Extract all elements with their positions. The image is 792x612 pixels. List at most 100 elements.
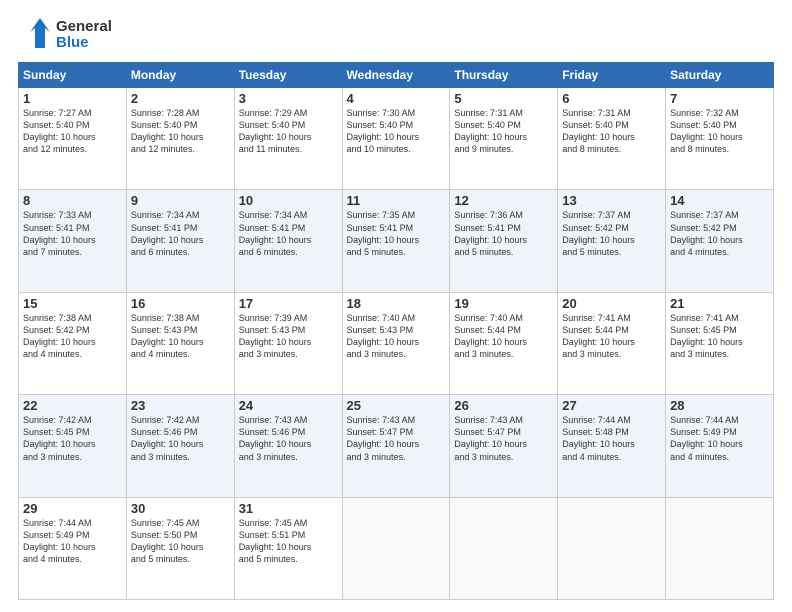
weekday-header-wednesday: Wednesday [342,63,450,88]
day-number: 27 [562,398,661,413]
day-info: Sunrise: 7:43 AM Sunset: 5:46 PM Dayligh… [239,414,338,463]
day-number: 31 [239,501,338,516]
day-info: Sunrise: 7:41 AM Sunset: 5:45 PM Dayligh… [670,312,769,361]
calendar-cell: 18Sunrise: 7:40 AM Sunset: 5:43 PM Dayli… [342,292,450,394]
page: General Blue SundayMondayTuesdayWednesda… [0,0,792,612]
header: General Blue [18,18,774,52]
day-number: 7 [670,91,769,106]
day-number: 13 [562,193,661,208]
day-info: Sunrise: 7:33 AM Sunset: 5:41 PM Dayligh… [23,209,122,258]
calendar-cell: 27Sunrise: 7:44 AM Sunset: 5:48 PM Dayli… [558,395,666,497]
calendar-cell: 29Sunrise: 7:44 AM Sunset: 5:49 PM Dayli… [19,497,127,599]
calendar-cell: 8Sunrise: 7:33 AM Sunset: 5:41 PM Daylig… [19,190,127,292]
calendar-cell: 7Sunrise: 7:32 AM Sunset: 5:40 PM Daylig… [666,88,774,190]
calendar-cell: 4Sunrise: 7:30 AM Sunset: 5:40 PM Daylig… [342,88,450,190]
logo-blue-text: Blue [56,35,112,52]
day-info: Sunrise: 7:36 AM Sunset: 5:41 PM Dayligh… [454,209,553,258]
calendar-cell: 20Sunrise: 7:41 AM Sunset: 5:44 PM Dayli… [558,292,666,394]
day-number: 16 [131,296,230,311]
calendar-cell: 10Sunrise: 7:34 AM Sunset: 5:41 PM Dayli… [234,190,342,292]
day-info: Sunrise: 7:31 AM Sunset: 5:40 PM Dayligh… [562,107,661,156]
calendar-cell: 19Sunrise: 7:40 AM Sunset: 5:44 PM Dayli… [450,292,558,394]
weekday-header-friday: Friday [558,63,666,88]
calendar-cell: 16Sunrise: 7:38 AM Sunset: 5:43 PM Dayli… [126,292,234,394]
day-number: 17 [239,296,338,311]
calendar-cell: 9Sunrise: 7:34 AM Sunset: 5:41 PM Daylig… [126,190,234,292]
day-info: Sunrise: 7:44 AM Sunset: 5:49 PM Dayligh… [670,414,769,463]
calendar-cell: 3Sunrise: 7:29 AM Sunset: 5:40 PM Daylig… [234,88,342,190]
calendar-cell: 31Sunrise: 7:45 AM Sunset: 5:51 PM Dayli… [234,497,342,599]
day-number: 22 [23,398,122,413]
day-number: 20 [562,296,661,311]
calendar-cell: 11Sunrise: 7:35 AM Sunset: 5:41 PM Dayli… [342,190,450,292]
day-info: Sunrise: 7:42 AM Sunset: 5:46 PM Dayligh… [131,414,230,463]
day-info: Sunrise: 7:34 AM Sunset: 5:41 PM Dayligh… [131,209,230,258]
day-info: Sunrise: 7:38 AM Sunset: 5:43 PM Dayligh… [131,312,230,361]
calendar-cell: 13Sunrise: 7:37 AM Sunset: 5:42 PM Dayli… [558,190,666,292]
calendar-cell [558,497,666,599]
day-number: 6 [562,91,661,106]
calendar-cell: 30Sunrise: 7:45 AM Sunset: 5:50 PM Dayli… [126,497,234,599]
day-info: Sunrise: 7:35 AM Sunset: 5:41 PM Dayligh… [347,209,446,258]
calendar-cell: 24Sunrise: 7:43 AM Sunset: 5:46 PM Dayli… [234,395,342,497]
day-number: 12 [454,193,553,208]
weekday-header-monday: Monday [126,63,234,88]
day-number: 15 [23,296,122,311]
calendar-week-1: 1Sunrise: 7:27 AM Sunset: 5:40 PM Daylig… [19,88,774,190]
day-info: Sunrise: 7:30 AM Sunset: 5:40 PM Dayligh… [347,107,446,156]
day-number: 5 [454,91,553,106]
day-number: 10 [239,193,338,208]
calendar-cell: 17Sunrise: 7:39 AM Sunset: 5:43 PM Dayli… [234,292,342,394]
day-number: 21 [670,296,769,311]
calendar-cell [666,497,774,599]
day-number: 11 [347,193,446,208]
weekday-header-saturday: Saturday [666,63,774,88]
day-number: 14 [670,193,769,208]
day-info: Sunrise: 7:38 AM Sunset: 5:42 PM Dayligh… [23,312,122,361]
day-number: 26 [454,398,553,413]
day-number: 23 [131,398,230,413]
day-info: Sunrise: 7:27 AM Sunset: 5:40 PM Dayligh… [23,107,122,156]
day-number: 4 [347,91,446,106]
calendar-cell: 5Sunrise: 7:31 AM Sunset: 5:40 PM Daylig… [450,88,558,190]
calendar-cell: 6Sunrise: 7:31 AM Sunset: 5:40 PM Daylig… [558,88,666,190]
day-info: Sunrise: 7:44 AM Sunset: 5:48 PM Dayligh… [562,414,661,463]
logo: General Blue [18,18,112,52]
logo-general-text: General [56,19,112,36]
calendar-week-5: 29Sunrise: 7:44 AM Sunset: 5:49 PM Dayli… [19,497,774,599]
calendar-cell: 2Sunrise: 7:28 AM Sunset: 5:40 PM Daylig… [126,88,234,190]
calendar-cell [450,497,558,599]
day-number: 9 [131,193,230,208]
day-number: 29 [23,501,122,516]
day-number: 2 [131,91,230,106]
day-number: 1 [23,91,122,106]
day-info: Sunrise: 7:43 AM Sunset: 5:47 PM Dayligh… [454,414,553,463]
day-number: 30 [131,501,230,516]
day-info: Sunrise: 7:31 AM Sunset: 5:40 PM Dayligh… [454,107,553,156]
day-info: Sunrise: 7:37 AM Sunset: 5:42 PM Dayligh… [670,209,769,258]
calendar-cell: 25Sunrise: 7:43 AM Sunset: 5:47 PM Dayli… [342,395,450,497]
day-info: Sunrise: 7:32 AM Sunset: 5:40 PM Dayligh… [670,107,769,156]
calendar-cell: 26Sunrise: 7:43 AM Sunset: 5:47 PM Dayli… [450,395,558,497]
day-info: Sunrise: 7:44 AM Sunset: 5:49 PM Dayligh… [23,517,122,566]
day-number: 24 [239,398,338,413]
day-info: Sunrise: 7:40 AM Sunset: 5:44 PM Dayligh… [454,312,553,361]
calendar-cell [342,497,450,599]
calendar-week-2: 8Sunrise: 7:33 AM Sunset: 5:41 PM Daylig… [19,190,774,292]
calendar-table: SundayMondayTuesdayWednesdayThursdayFrid… [18,62,774,600]
weekday-header-tuesday: Tuesday [234,63,342,88]
day-info: Sunrise: 7:40 AM Sunset: 5:43 PM Dayligh… [347,312,446,361]
day-info: Sunrise: 7:29 AM Sunset: 5:40 PM Dayligh… [239,107,338,156]
day-number: 25 [347,398,446,413]
calendar-cell: 22Sunrise: 7:42 AM Sunset: 5:45 PM Dayli… [19,395,127,497]
weekday-header-sunday: Sunday [19,63,127,88]
day-number: 18 [347,296,446,311]
day-info: Sunrise: 7:41 AM Sunset: 5:44 PM Dayligh… [562,312,661,361]
day-info: Sunrise: 7:43 AM Sunset: 5:47 PM Dayligh… [347,414,446,463]
logo-icon [18,18,50,52]
day-number: 28 [670,398,769,413]
calendar-cell: 12Sunrise: 7:36 AM Sunset: 5:41 PM Dayli… [450,190,558,292]
day-number: 3 [239,91,338,106]
calendar-cell: 15Sunrise: 7:38 AM Sunset: 5:42 PM Dayli… [19,292,127,394]
calendar-cell: 28Sunrise: 7:44 AM Sunset: 5:49 PM Dayli… [666,395,774,497]
